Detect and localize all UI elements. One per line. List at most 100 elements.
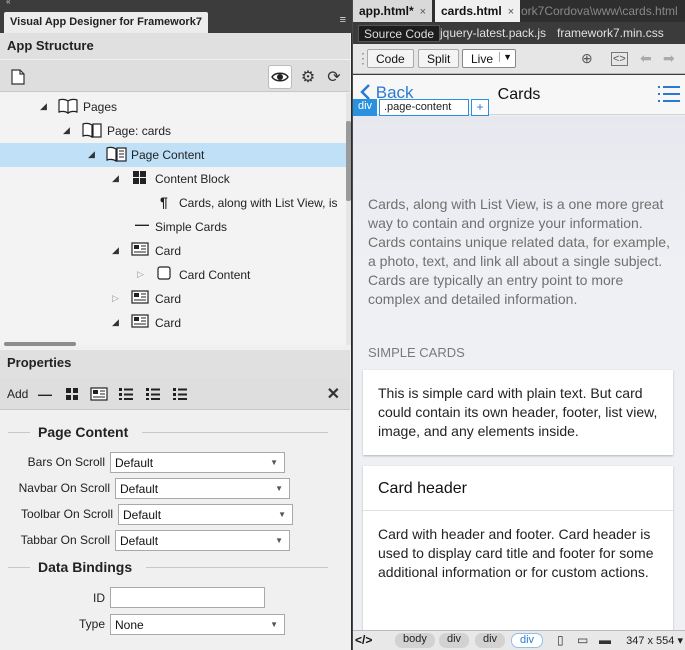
card-text: Card with header and footer. Card header… (378, 526, 654, 580)
split-view-button[interactable]: Split (418, 49, 460, 68)
add-card-icon[interactable] (89, 384, 109, 404)
dash-icon: — (135, 216, 149, 232)
breadcrumb-div[interactable]: div (475, 633, 506, 648)
tree-node-card[interactable]: ▷ Card (0, 287, 346, 311)
tree-scrollbar[interactable] (346, 93, 351, 345)
page-content: Cards, along with List View, is a one mo… (353, 116, 685, 630)
collapse-arrow-icon[interactable]: ▷ (112, 293, 119, 304)
close-tab-icon[interactable]: × (420, 6, 426, 18)
gear-icon[interactable]: ⚙ (296, 65, 320, 89)
new-page-icon[interactable] (6, 65, 30, 89)
refresh-icon[interactable]: ⟳ (322, 65, 346, 89)
card-icon (131, 290, 149, 307)
tree-node-card-content[interactable]: ▷ Card Content (0, 263, 346, 287)
tree-node-content-block[interactable]: ◢ Content Block (0, 167, 346, 191)
tree-node-label: Cards, along with List View, is (179, 196, 338, 210)
code-view-button[interactable]: Code (367, 49, 414, 68)
tree-node-card[interactable]: ◢ Card (0, 311, 346, 335)
expand-icon[interactable]: ◢ (112, 245, 119, 256)
navbar-on-scroll-select[interactable]: Default ▼ (115, 478, 290, 499)
add-class-button[interactable]: + (471, 99, 489, 116)
back-arrow-icon[interactable]: ⬅ (640, 50, 652, 67)
chevron-down-icon: ▼ (270, 458, 278, 467)
expand-icon[interactable]: ◢ (40, 101, 47, 112)
add-links-list-icon[interactable] (170, 384, 190, 404)
collapse-arrow-icon[interactable]: ▷ (137, 269, 144, 280)
live-view-button[interactable]: Live ▼ (462, 49, 516, 68)
prop-label-navbar-on-scroll: Navbar On Scroll (18, 481, 110, 495)
preview-eye-icon[interactable] (268, 65, 292, 89)
tab-label: cards.html (441, 4, 502, 18)
close-tab-icon[interactable]: × (508, 6, 514, 18)
toolbar-on-scroll-select[interactable]: Default ▼ (118, 504, 293, 525)
live-preview: Back Cards div .page-content + Cards, al… (353, 75, 685, 630)
panel-menu-icon[interactable]: ≡ (340, 14, 346, 26)
breadcrumb-div-active[interactable]: div (511, 633, 544, 648)
add-block-icon[interactable] (62, 384, 82, 404)
code-navigator-icon[interactable]: <> (611, 52, 628, 66)
tab-cards-html[interactable]: cards.html × (435, 0, 521, 22)
tabbar-on-scroll-select[interactable]: Default ▼ (115, 530, 290, 551)
type-select[interactable]: None ▼ (110, 614, 285, 635)
desktop-size-icon[interactable]: ▬ (599, 633, 611, 647)
panel-tab-visual-app-designer[interactable]: Visual App Designer for Framework7 (4, 12, 208, 33)
tree-node-pages[interactable]: ◢ Pages (0, 95, 346, 119)
expand-icon[interactable]: ◢ (63, 125, 70, 136)
view-toolbar: ⋮ Code Split Live ▼ ⊕ <> ⬅ ➡ (353, 44, 685, 74)
chevron-down-icon[interactable]: ▼ (499, 52, 512, 62)
mobile-size-icon[interactable]: ▯ (557, 633, 564, 647)
add-divider-icon[interactable]: — (35, 384, 55, 404)
add-media-list-icon[interactable] (143, 384, 163, 404)
size-value: 347 x 554 (626, 635, 675, 647)
tree-node-page-cards[interactable]: ◢ Page: cards (0, 119, 346, 143)
add-list-icon[interactable] (116, 384, 136, 404)
tree-node-label: Page: cards (107, 124, 172, 138)
document-tabs: app.html* × cards.html × ork7Cordova\www\c… (353, 0, 685, 22)
tree-node-label: Card (155, 316, 182, 330)
related-files-bar: Source Code jquery-latest.pack.js framew… (353, 22, 685, 44)
related-file-framework7-css[interactable]: framework7.min.css (557, 26, 664, 40)
related-file-jquery[interactable]: jquery-latest.pack.js (440, 26, 546, 40)
forward-arrow-icon[interactable]: ➡ (663, 50, 675, 67)
prop-label-type: Type (78, 617, 105, 631)
card-text: This is simple card with plain text. But… (378, 385, 658, 439)
tree-node-card[interactable]: ◢ Card (0, 239, 346, 263)
select-value: Default (120, 482, 159, 496)
document-window: app.html* × cards.html × ork7Cordova\www\c… (353, 0, 685, 650)
tree-horizontal-scrollbar[interactable] (4, 342, 76, 346)
tree-node-simple-cards[interactable]: — Simple Cards (0, 215, 346, 239)
close-icon[interactable]: ✕ (327, 384, 340, 404)
tree-node-paragraph[interactable]: ¶ Cards, along with List View, is (0, 191, 346, 215)
tree-node-label: Card (155, 292, 182, 306)
source-code-button[interactable]: Source Code (358, 25, 441, 42)
inspect-target-icon[interactable]: ⊕ (581, 50, 593, 67)
tab-app-html[interactable]: app.html* × (353, 0, 433, 22)
menu-icon[interactable] (657, 85, 681, 106)
scrollbar-thumb[interactable] (346, 121, 351, 201)
tree-node-label: Pages (83, 100, 118, 114)
selected-element-tag[interactable]: div (353, 99, 378, 116)
chevron-down-icon: ▼ (275, 536, 283, 545)
book-icon (58, 98, 78, 117)
id-input[interactable] (110, 587, 265, 608)
card-icon (131, 242, 149, 259)
simple-card: This is simple card with plain text. But… (363, 370, 673, 455)
data-bindings-heading: Data Bindings (38, 559, 133, 575)
tree-node-page-content[interactable]: ◢ Page Content (0, 143, 346, 167)
tree-node-label: Content Block (155, 172, 230, 186)
expand-icon[interactable]: ◢ (88, 149, 95, 160)
code-toggle-icon[interactable]: </> (355, 633, 372, 647)
breadcrumb-body[interactable]: body (395, 633, 435, 648)
tree-node-label: Card (155, 244, 182, 258)
bars-on-scroll-select[interactable]: Default ▼ (110, 452, 285, 473)
divider (146, 567, 328, 568)
selected-element-class[interactable]: .page-content (379, 99, 469, 116)
breadcrumb-div[interactable]: div (439, 633, 470, 648)
expand-icon[interactable]: ◢ (112, 173, 119, 184)
prop-label-id: ID (93, 591, 105, 605)
tablet-size-icon[interactable]: ▭ (577, 633, 588, 647)
window-size-readout[interactable]: 347 x 554 ▾ (626, 634, 683, 647)
tree-node-label: Page Content (131, 148, 205, 162)
intro-paragraph: Cards, along with List View, is a one mo… (368, 196, 670, 307)
expand-icon[interactable]: ◢ (112, 317, 119, 328)
